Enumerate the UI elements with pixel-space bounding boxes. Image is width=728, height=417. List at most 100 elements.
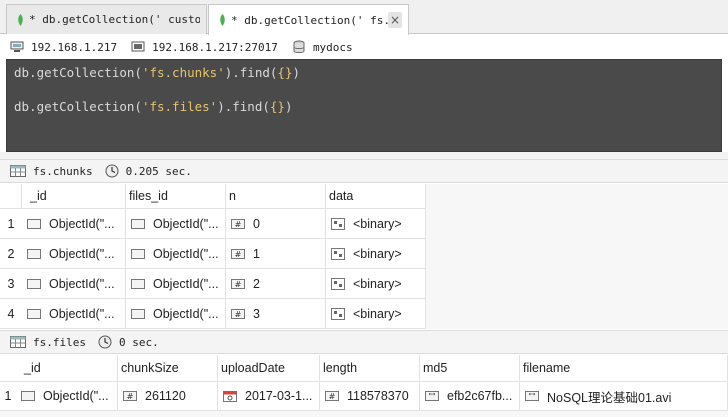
- mongodb-leaf-icon: [220, 14, 225, 26]
- cell-n[interactable]: #1: [226, 239, 326, 269]
- objectid-icon: [131, 308, 145, 319]
- code-token: db.getCollection(: [14, 65, 142, 80]
- cell-files-id[interactable]: ObjectId("...: [126, 269, 226, 299]
- column-header-filename[interactable]: filename: [520, 355, 728, 382]
- tab-bar: * db.getCollection(' custo… * db.getColl…: [0, 0, 728, 35]
- svg-text:#: #: [127, 392, 134, 401]
- code-token: db.getCollection(: [14, 99, 142, 114]
- binary-icon: [331, 277, 345, 290]
- tab-close-icon[interactable]: ×: [387, 12, 402, 28]
- code-token: ).find(: [224, 65, 278, 80]
- cell-text: <binary>: [353, 306, 402, 321]
- code-brace: {}: [277, 65, 293, 80]
- svg-text:#: #: [329, 392, 336, 401]
- svg-text:#: #: [235, 220, 242, 229]
- code-string: 'fs.files': [141, 99, 218, 114]
- cell-data[interactable]: <binary>: [326, 269, 426, 299]
- table-icon: [10, 336, 26, 348]
- cell-text: 2: [253, 276, 260, 291]
- objectid-icon: [21, 391, 35, 401]
- cell-n[interactable]: #3: [226, 299, 326, 329]
- cell-id[interactable]: ObjectId("...: [16, 382, 118, 411]
- cell-data[interactable]: <binary>: [326, 239, 426, 269]
- cell-files-id[interactable]: ObjectId("...: [126, 209, 226, 239]
- cell-text: 1: [253, 246, 260, 261]
- cell-n[interactable]: #0: [226, 209, 326, 239]
- cell-length[interactable]: # 118578370: [320, 382, 420, 411]
- cell-text: ObjectId("...: [153, 246, 219, 261]
- tab-customers-query[interactable]: * db.getCollection(' custo…: [6, 4, 207, 34]
- database-name: mydocs: [312, 40, 353, 54]
- binary-icon: [331, 217, 345, 230]
- string-icon: "": [425, 391, 439, 401]
- connection-host: 192.168.1.217: [10, 41, 117, 54]
- monitor-icon: [131, 41, 145, 52]
- cell-files-id[interactable]: ObjectId("...: [126, 299, 226, 329]
- result-header-files: fs.files 0 sec.: [0, 330, 728, 354]
- cell-id[interactable]: ObjectId("...: [22, 299, 126, 329]
- svg-text:"": "": [528, 392, 535, 401]
- query-editor[interactable]: db.getCollection('fs.chunks').find({}) d…: [6, 59, 722, 152]
- row-number-header: [0, 184, 22, 209]
- cell-chunk-size[interactable]: # 261120: [118, 382, 218, 411]
- result-collection: fs.files: [10, 336, 86, 349]
- code-token: ).find(: [217, 99, 270, 114]
- cell-md5[interactable]: "" efb2c67fb...: [420, 382, 520, 411]
- number-icon: #: [231, 308, 245, 319]
- result-header-chunks: fs.chunks 0.205 sec.: [0, 159, 728, 183]
- column-header-md5[interactable]: md5: [420, 355, 520, 382]
- cell-n[interactable]: #2: [226, 269, 326, 299]
- code-brace: {}: [269, 99, 285, 114]
- column-header-files-id[interactable]: files_id: [126, 184, 226, 209]
- cell-text: <binary>: [353, 246, 402, 261]
- cell-data[interactable]: <binary>: [326, 299, 426, 329]
- cell-filename[interactable]: "" NoSQL理论基础01.avi: [520, 382, 728, 411]
- cell-upload-date[interactable]: 2017-03-1...: [218, 382, 320, 411]
- cell-id[interactable]: ObjectId("...: [22, 209, 126, 239]
- database-icon: [293, 40, 305, 53]
- cell-text: ObjectId("...: [49, 216, 115, 231]
- cell-id[interactable]: ObjectId("...: [22, 269, 126, 299]
- result-time: 0.205 sec.: [105, 164, 192, 178]
- cell-text: <binary>: [353, 216, 402, 231]
- column-header-id[interactable]: _id: [16, 355, 118, 382]
- string-icon: "": [525, 391, 539, 401]
- cell-files-id[interactable]: ObjectId("...: [126, 239, 226, 269]
- result-time: 0 sec.: [98, 335, 159, 349]
- calendar-icon: [223, 391, 237, 402]
- cell-text: 261120: [145, 389, 186, 403]
- tab-fs-chunks-query[interactable]: * db.getCollection(' fs.ch… ×: [208, 4, 409, 35]
- cell-text: NoSQL理论基础01.avi: [547, 390, 672, 405]
- query-time: 0 sec.: [118, 335, 159, 349]
- connection-info-bar: 192.168.1.217 192.168.1.217:27017 mydocs: [0, 35, 728, 59]
- collection-name: fs.chunks: [33, 164, 93, 178]
- clock-icon: [98, 335, 112, 349]
- objectid-icon: [27, 218, 41, 229]
- cell-data[interactable]: <binary>: [326, 209, 426, 239]
- column-header-chunk-size[interactable]: chunkSize: [118, 355, 218, 382]
- column-header-length[interactable]: length: [320, 355, 420, 382]
- column-header-n[interactable]: n: [226, 184, 326, 209]
- code-line-2: db.getCollection('fs.files').find({}): [14, 98, 721, 115]
- code-token: ): [292, 65, 301, 80]
- objectid-icon: [27, 278, 41, 289]
- cell-text: ObjectId("...: [153, 306, 219, 321]
- svg-text:#: #: [235, 280, 242, 289]
- tab-title: * db.getCollection(' fs.ch…: [231, 13, 388, 27]
- code-line-1: db.getCollection('fs.chunks').find({}): [14, 64, 721, 81]
- server-icon: [10, 41, 24, 52]
- cell-text: ObjectId("...: [43, 389, 109, 403]
- code-string: 'fs.chunks': [141, 65, 225, 80]
- column-header-id[interactable]: _id: [22, 184, 126, 209]
- row-number: 1: [0, 209, 22, 239]
- column-header-data[interactable]: data: [326, 184, 426, 209]
- row-number: 1: [0, 382, 16, 411]
- host-address: 192.168.1.217: [31, 40, 118, 54]
- cell-text: ObjectId("...: [49, 246, 115, 261]
- objectid-icon: [131, 248, 145, 259]
- column-header-upload-date[interactable]: uploadDate: [218, 355, 320, 382]
- cell-id[interactable]: ObjectId("...: [22, 239, 126, 269]
- cell-text: 118578370: [347, 389, 409, 403]
- connection-database: mydocs: [292, 40, 353, 54]
- cell-text: 3: [253, 306, 260, 321]
